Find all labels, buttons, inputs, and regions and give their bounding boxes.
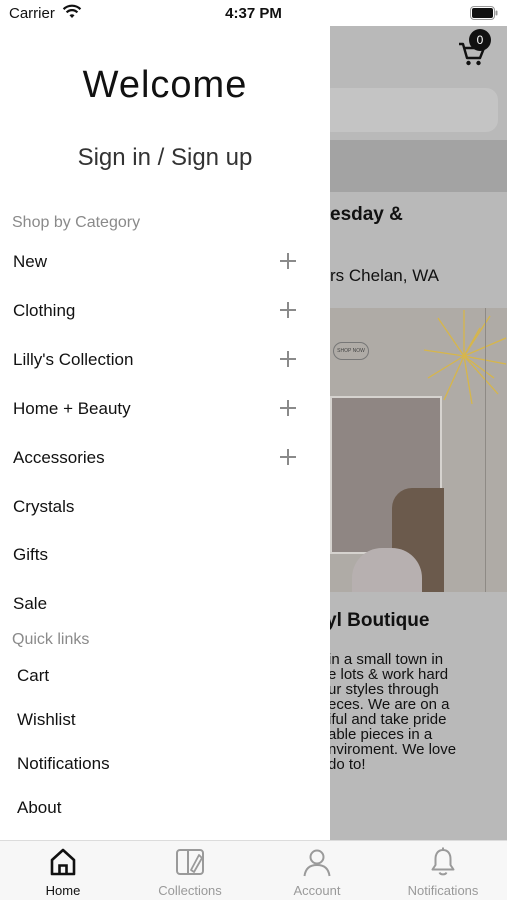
home-icon bbox=[50, 848, 76, 876]
category-home-beauty[interactable]: Home + Beauty bbox=[0, 391, 330, 427]
plus-icon[interactable] bbox=[279, 252, 297, 270]
quick-link-label: About bbox=[17, 798, 62, 817]
description-line: ur styles through bbox=[330, 681, 439, 698]
boutique-description: in a small town in e lots & work hard ur s… bbox=[330, 652, 507, 772]
search-bar[interactable] bbox=[330, 88, 498, 132]
quick-link-label: Wishlist bbox=[17, 710, 76, 729]
description-line: e lots & work hard bbox=[330, 666, 449, 683]
plus-icon[interactable] bbox=[279, 350, 297, 368]
category-label: Home + Beauty bbox=[13, 399, 131, 418]
category-label: Crystals bbox=[13, 497, 75, 516]
tab-notifications[interactable]: Notifications bbox=[380, 841, 506, 900]
category-label: Lilly's Collection bbox=[13, 350, 134, 369]
category-new[interactable]: New bbox=[0, 244, 330, 280]
welcome-heading: Welcome bbox=[82, 64, 248, 106]
category-sale[interactable]: Sale bbox=[0, 586, 330, 622]
category-label: New bbox=[13, 252, 48, 271]
category-crystals[interactable]: Crystals bbox=[0, 489, 330, 525]
description-line: iful and take pride bbox=[330, 711, 447, 728]
background-page: 0 esday & rs Chelan, WA SHOP NOW yl Bout… bbox=[330, 26, 507, 840]
category-gifts[interactable]: Gifts bbox=[0, 537, 330, 573]
tab-label: Home bbox=[45, 883, 81, 898]
shop-by-category-label: Shop by Category bbox=[12, 214, 141, 231]
status-bar: Carrier 4:37 PM bbox=[0, 0, 507, 28]
category-label: Gifts bbox=[13, 545, 48, 564]
announcement-heading: esday & bbox=[330, 204, 403, 225]
quick-link-notifications[interactable]: Notifications bbox=[0, 746, 330, 782]
account-icon bbox=[303, 849, 331, 877]
plus-icon[interactable] bbox=[279, 301, 297, 319]
plus-icon[interactable] bbox=[279, 448, 297, 466]
quick-link-about[interactable]: About bbox=[0, 790, 330, 826]
description-line: able pieces in a bbox=[330, 726, 433, 743]
model-photo bbox=[330, 396, 444, 592]
quick-links-label: Quick links bbox=[12, 631, 90, 648]
side-drawer: Welcome Sign in / Sign up Shop by Catego… bbox=[0, 26, 330, 840]
quick-link-wishlist[interactable]: Wishlist bbox=[0, 702, 330, 738]
clock: 4:37 PM bbox=[225, 5, 282, 22]
tab-label: Notifications bbox=[407, 883, 479, 898]
tab-bar: Home Collections Account Notifications bbox=[0, 840, 507, 900]
quick-link-label: Notifications bbox=[17, 754, 110, 773]
tab-collections[interactable]: Collections bbox=[127, 841, 253, 900]
sign-in-link[interactable]: Sign in / Sign up bbox=[0, 144, 330, 172]
cart-count-badge: 0 bbox=[469, 29, 491, 51]
category-label: Clothing bbox=[13, 301, 76, 320]
promo-banner[interactable]: SHOP NOW bbox=[330, 308, 507, 592]
category-clothing[interactable]: Clothing bbox=[0, 293, 330, 329]
quick-link-label: Cart bbox=[17, 666, 50, 685]
tab-home[interactable]: Home bbox=[0, 841, 126, 900]
plus-icon[interactable] bbox=[279, 399, 297, 417]
firework-graphic bbox=[423, 310, 507, 405]
quick-link-cart[interactable]: Cart bbox=[0, 658, 330, 694]
description-line: do to! bbox=[330, 756, 366, 773]
bell-icon bbox=[431, 847, 455, 876]
tab-label: Account bbox=[293, 883, 341, 898]
category-lillys-collection[interactable]: Lilly's Collection bbox=[0, 342, 330, 378]
description-line: eces. We are on a bbox=[330, 696, 450, 713]
shop-now-button[interactable]: SHOP NOW bbox=[333, 342, 369, 360]
category-label: Sale bbox=[13, 594, 48, 613]
description-line: nviroment. We love bbox=[330, 741, 457, 758]
banner-divider bbox=[485, 308, 486, 592]
category-label: Accessories bbox=[13, 448, 105, 467]
description-line: in a small town in bbox=[330, 651, 444, 668]
location-text: rs Chelan, WA bbox=[330, 266, 439, 285]
tab-account[interactable]: Account bbox=[254, 841, 380, 900]
tab-label: Collections bbox=[158, 883, 222, 898]
announcement-band bbox=[330, 140, 507, 192]
collections-icon bbox=[176, 849, 204, 875]
boutique-title: yl Boutique bbox=[330, 610, 430, 631]
category-accessories[interactable]: Accessories bbox=[0, 440, 330, 476]
battery-icon bbox=[470, 6, 498, 20]
